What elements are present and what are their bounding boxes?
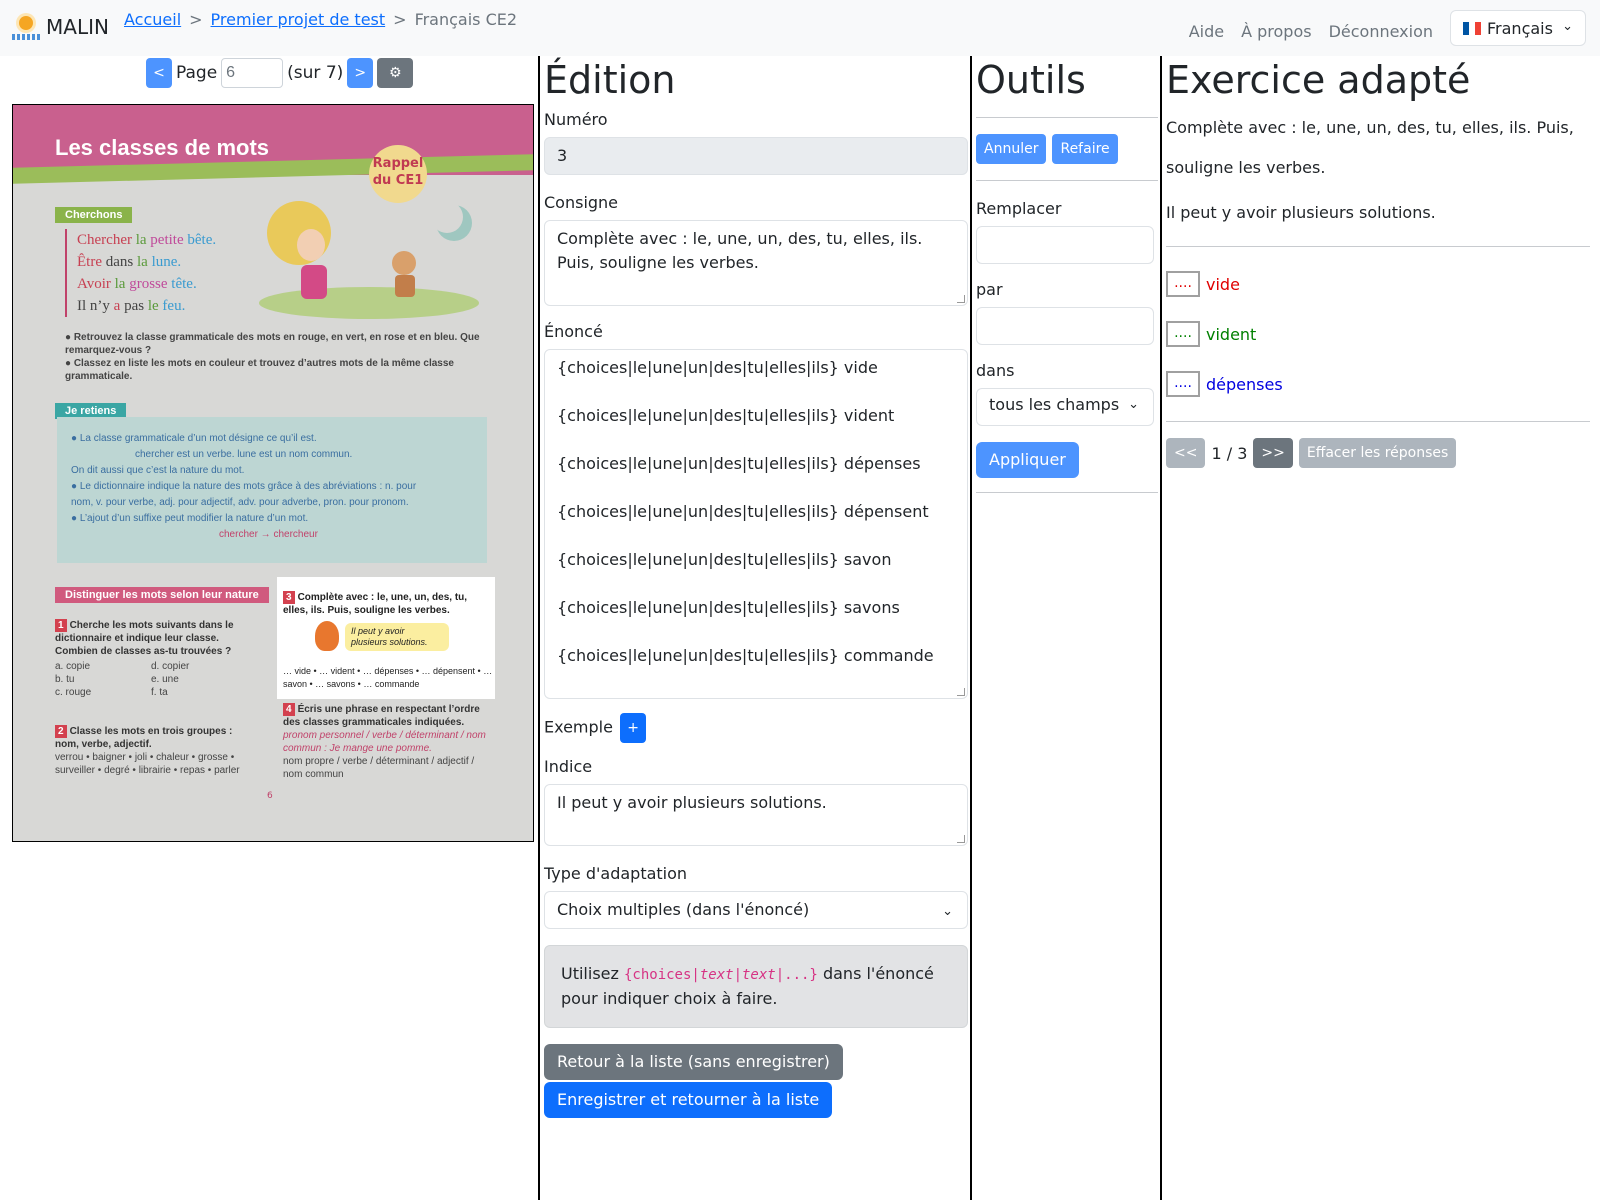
book-line: Chercher la petite bête. (77, 232, 217, 248)
breadcrumb-current: Français CE2 (414, 10, 518, 29)
exemple-label: Exemple (544, 717, 613, 737)
book-exercise-2: 2 Classe les mots en trois groupes : nom,… (55, 725, 240, 776)
french-flag-icon (1463, 21, 1481, 35)
column-divider (970, 56, 972, 1200)
tag-distinguer: Distinguer les mots selon leur nature (55, 587, 269, 603)
adapted-item: .... dépenses (1166, 371, 1590, 397)
adaptation-type-value: Choix multiples (dans l'énoncé) (557, 900, 810, 919)
adapted-word: vident (1206, 324, 1257, 344)
exemple-row: Exemple + (544, 713, 968, 743)
fox-icon (315, 621, 339, 651)
textbook-panel: < Page (sur 7) > ⚙ Les classes de mots R… (0, 56, 538, 1200)
tools-panel: Outils Annuler Refaire Remplacer par dan… (976, 56, 1158, 509)
back-without-saving-button[interactable]: Retour à la liste (sans enregistrer) (544, 1044, 843, 1080)
adapted-page-indicator: 1 / 3 (1211, 443, 1248, 463)
book-cherchons-lines: Chercher la petite bête. Être dans la lu… (65, 229, 216, 317)
consigne-textarea[interactable]: Complète avec : le, une, un, des, tu, el… (544, 220, 968, 306)
apply-replace-button[interactable]: Appliquer (976, 442, 1079, 478)
by-label: par (976, 280, 1003, 299)
choice-selector[interactable]: .... (1166, 271, 1200, 297)
chevron-down-icon: ⌄ (942, 904, 953, 919)
previous-page-button[interactable]: < (146, 58, 172, 88)
replace-scope-select[interactable]: tous les champs ⌄ (976, 388, 1154, 426)
adapted-hint: Il peut y avoir plusieurs solutions. (1166, 203, 1436, 222)
book-exercise-3: 3 Complète avec : le, une, un, des, tu, e… (277, 577, 495, 699)
tools-title: Outils (976, 58, 1086, 102)
choices-hint-alert: Utilisez {choices|text|text|...} dans l'… (544, 945, 968, 1028)
adapted-pager: << 1 / 3 >> Effacer les réponses (1166, 438, 1590, 468)
choice-selector[interactable]: .... (1166, 371, 1200, 397)
book-line: Avoir la grosse tête. (77, 276, 197, 292)
book-exercise-1: 1 Cherche les mots suivants dans le dicti… (55, 619, 234, 698)
breadcrumb: Accueil > Premier projet de test > Franç… (124, 10, 517, 29)
breadcrumb-separator: > (189, 10, 203, 29)
choice-selector[interactable]: .... (1166, 321, 1200, 347)
book-illustration (259, 201, 479, 319)
save-and-return-button[interactable]: Enregistrer et retourner à la liste (544, 1082, 833, 1118)
chevron-down-icon: ⌄ (1562, 19, 1573, 34)
redo-button[interactable]: Refaire (1052, 134, 1118, 164)
book-je-retiens: ● La classe grammaticale d’un mot désign… (57, 417, 487, 563)
consigne-label: Consigne (544, 193, 619, 212)
undo-button[interactable]: Annuler (976, 134, 1047, 164)
replace-input[interactable] (976, 226, 1154, 264)
edition-panel: Édition Numéro 3 Consigne Complète avec … (544, 56, 968, 1118)
textbook-page-image[interactable]: Les classes de mots Rappel du CE1 Chercho… (12, 104, 534, 842)
brand[interactable]: MALIN (12, 12, 109, 42)
indice-label: Indice (544, 757, 593, 776)
navbar: MALIN Accueil > Premier projet de test >… (0, 0, 1600, 56)
brand-name: MALIN (46, 15, 109, 39)
next-page-button[interactable]: >> (1253, 438, 1293, 468)
book-title: Les classes de mots (55, 135, 270, 160)
first-page-button[interactable]: << (1166, 438, 1206, 468)
adapted-title: Exercice adapté (1166, 58, 1471, 102)
enonce-textarea[interactable]: {choices|le|une|un|des|tu|elles|ils} vid… (544, 349, 968, 699)
breadcrumb-project-link[interactable]: Premier projet de test (211, 10, 386, 29)
adapted-word: vide (1206, 274, 1240, 294)
replace-label: Remplacer (976, 199, 1062, 218)
language-select[interactable]: Français ⌄ (1450, 10, 1586, 46)
adapted-item: .... vident (1166, 321, 1590, 347)
in-label: dans (976, 361, 1015, 380)
edition-title: Édition (544, 58, 676, 102)
book-notes: ● Retrouvez la classe grammaticale des m… (65, 332, 480, 382)
nav-right: Aide À propos Déconnexion Français ⌄ (1189, 10, 1586, 46)
type-label: Type d'adaptation (544, 864, 688, 883)
clear-answers-button[interactable]: Effacer les réponses (1298, 438, 1457, 468)
indice-textarea[interactable]: Il peut y avoir plusieurs solutions. (544, 784, 968, 846)
adapted-item: .... vide (1166, 271, 1590, 297)
page-total: (sur 7) (287, 63, 344, 83)
breadcrumb-separator: > (393, 10, 407, 29)
enonce-label: Énoncé (544, 322, 603, 341)
book-exercise-4: 4 Écris une phrase en respectant l’ordre … (283, 703, 486, 780)
book-line: Il n’y a pas le feu. (77, 298, 186, 314)
column-divider (1160, 56, 1162, 1200)
column-divider (538, 56, 540, 1200)
malin-logo-icon (12, 12, 40, 42)
book-page-number: 6 (267, 791, 273, 801)
adapted-instruction: Complète avec : le, une, un, des, tu, el… (1166, 118, 1574, 177)
replace-by-input[interactable] (976, 307, 1154, 345)
adapted-word: dépenses (1206, 374, 1283, 394)
language-value: Français (1487, 18, 1553, 38)
numero-label: Numéro (544, 110, 608, 129)
help-link[interactable]: Aide (1189, 22, 1224, 41)
tag-cherchons: Cherchons (55, 207, 133, 223)
page-navigator: < Page (sur 7) > ⚙ (146, 58, 414, 88)
book-line: Être dans la lune. (77, 254, 182, 270)
adapted-exercise-panel: Exercice adapté Complète avec : le, une,… (1166, 56, 1590, 468)
settings-button[interactable]: ⚙ (377, 58, 414, 88)
page-label: Page (176, 63, 218, 83)
next-page-button[interactable]: > (347, 58, 374, 88)
logout-link[interactable]: Déconnexion (1329, 22, 1433, 41)
numero-field[interactable]: 3 (544, 137, 968, 175)
page-number-input[interactable] (221, 58, 284, 88)
add-exemple-button[interactable]: + (620, 713, 647, 743)
chevron-down-icon: ⌄ (1128, 397, 1139, 412)
about-link[interactable]: À propos (1241, 22, 1311, 41)
gear-icon: ⚙ (388, 65, 402, 81)
breadcrumb-home-link[interactable]: Accueil (124, 10, 181, 29)
adaptation-type-select[interactable]: Choix multiples (dans l'énoncé) ⌄ (544, 891, 968, 929)
replace-scope-value: tous les champs (989, 395, 1120, 414)
